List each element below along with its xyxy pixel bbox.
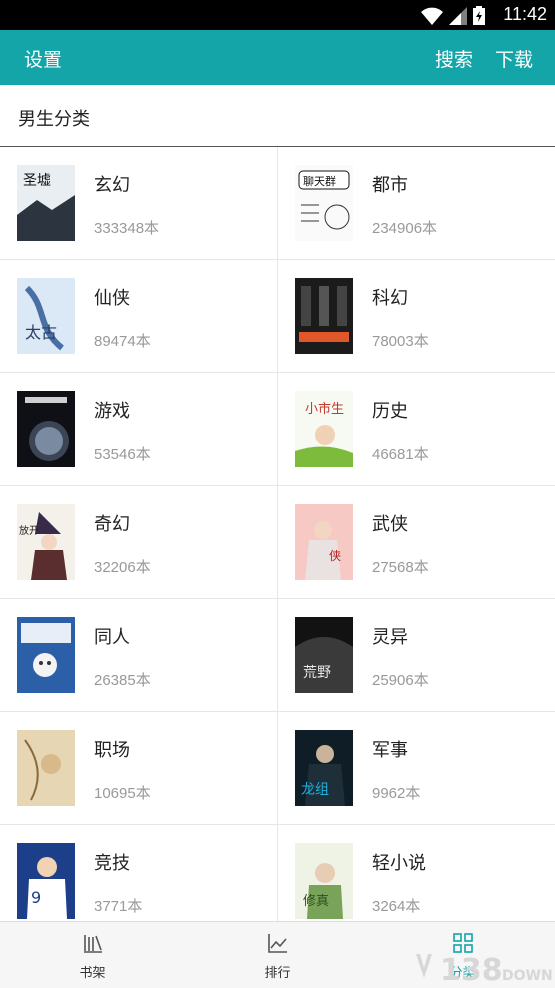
category-name: 游戏 [94, 401, 130, 422]
category-name: 科幻 [372, 288, 408, 309]
category-count: 3771本 [94, 898, 143, 915]
category-count: 25906本 [372, 672, 429, 689]
svg-text:太古: 太古 [25, 323, 57, 342]
svg-text:龙组: 龙组 [301, 782, 329, 798]
book-cover-image [17, 730, 75, 806]
category-row: 放开 奇幻 32206本 侠 武侠 27568本 [0, 486, 555, 599]
status-icons [421, 5, 485, 25]
svg-text:DOWN: DOWN [502, 968, 553, 984]
category-item-qingxiaoshuo[interactable]: 修真 轻小说 3264本 [277, 825, 555, 921]
svg-text:138: 138 [440, 953, 503, 988]
svg-text:修真: 修真 [303, 894, 329, 909]
category-name: 奇幻 [94, 514, 130, 535]
category-item-wuxia[interactable]: 侠 武侠 27568本 [277, 486, 555, 598]
category-item-tongren[interactable]: 同人 26385本 [0, 599, 277, 711]
category-name: 武侠 [372, 514, 408, 535]
category-count: 89474本 [94, 333, 151, 350]
category-item-kehuan[interactable]: 科幻 78003本 [277, 260, 555, 372]
battery-icon [473, 6, 485, 25]
tab-label: 书架 [79, 966, 106, 981]
category-name: 玄幻 [94, 175, 130, 196]
category-item-xuanhuan[interactable]: 圣墟 玄幻 333348本 [0, 147, 277, 259]
svg-text:9: 9 [31, 888, 41, 907]
category-item-lishi[interactable]: 小市生 历史 46681本 [277, 373, 555, 485]
category-item-dushi[interactable]: 聊天群 都市 234906本 [277, 147, 555, 259]
category-grid: 圣墟 玄幻 333348本 聊天群 都市 234906本 太古 仙侠 89474… [0, 147, 555, 921]
category-row: 圣墟 玄幻 333348本 聊天群 都市 234906本 [0, 147, 555, 260]
category-item-jingji[interactable]: 9 竞技 3771本 [0, 825, 277, 921]
bookshelf-icon [83, 935, 102, 953]
app-bar: 设置 搜索 下载 [0, 30, 555, 85]
book-cover-image: 荒野 [295, 617, 353, 693]
svg-text:小市生: 小市生 [305, 401, 344, 417]
tab-label: 排行 [264, 966, 291, 981]
category-count: 3264本 [372, 898, 421, 915]
category-name: 轻小说 [372, 853, 426, 874]
watermark-logo: 138 DOWN [416, 953, 553, 988]
category-count: 53546本 [94, 446, 151, 463]
svg-text:荒野: 荒野 [303, 665, 331, 681]
category-name: 历史 [372, 401, 408, 422]
category-name: 同人 [94, 627, 130, 648]
category-count: 26385本 [94, 672, 151, 689]
category-row: 游戏 53546本 小市生 历史 46681本 [0, 373, 555, 486]
book-cover-image: 小市生 [295, 391, 353, 467]
ranking-chart-icon [267, 934, 287, 953]
book-cover-image: 9 [17, 843, 75, 919]
book-cover-image: 太古 [17, 278, 75, 354]
book-cover-image: 放开 [17, 504, 75, 580]
book-cover-image: 圣墟 [17, 165, 75, 241]
category-item-zhichang[interactable]: 职场 10695本 [0, 712, 277, 824]
category-count: 32206本 [94, 559, 151, 576]
svg-text:侠: 侠 [329, 549, 341, 563]
category-row: 9 竞技 3771本 修真 轻小说 3264本 [0, 825, 555, 921]
svg-text:圣墟: 圣墟 [23, 173, 51, 189]
book-cover-image: 龙组 [295, 730, 353, 806]
category-row: 太古 仙侠 89474本 科幻 78003本 [0, 260, 555, 373]
category-item-xianxia[interactable]: 太古 仙侠 89474本 [0, 260, 277, 372]
category-count: 234906本 [372, 220, 438, 237]
category-name: 职场 [94, 740, 130, 761]
category-item-junshi[interactable]: 龙组 军事 9962本 [277, 712, 555, 824]
category-item-youxi[interactable]: 游戏 53546本 [0, 373, 277, 485]
category-row: 同人 26385本 荒野 灵异 25906本 [0, 599, 555, 712]
category-count: 78003本 [372, 333, 429, 350]
category-name: 仙侠 [94, 288, 130, 309]
book-cover-image [17, 391, 75, 467]
category-item-qihuan[interactable]: 放开 奇幻 32206本 [0, 486, 277, 598]
book-cover-image [17, 617, 75, 693]
svg-text:放开: 放开 [19, 524, 39, 537]
category-name: 军事 [372, 740, 408, 761]
search-button[interactable]: 搜索 [435, 45, 473, 72]
tab-bookshelf[interactable]: 书架 [0, 922, 185, 988]
svg-text:聊天群: 聊天群 [303, 174, 336, 188]
settings-button[interactable]: 设置 [24, 45, 62, 72]
category-name: 灵异 [372, 627, 408, 648]
signal-icon [449, 7, 467, 25]
status-bar: 11:42 [0, 0, 555, 30]
section-header: 男生分类 [0, 85, 555, 147]
category-count: 27568本 [372, 559, 429, 576]
book-cover-image: 修真 [295, 843, 353, 919]
category-name: 竞技 [94, 853, 130, 874]
category-count: 10695本 [94, 785, 151, 802]
book-cover-image: 侠 [295, 504, 353, 580]
section-title: 男生分类 [18, 109, 90, 130]
category-row: 职场 10695本 龙组 军事 9962本 [0, 712, 555, 825]
category-item-lingyi[interactable]: 荒野 灵异 25906本 [277, 599, 555, 711]
book-cover-image: 聊天群 [295, 165, 353, 241]
tab-ranking[interactable]: 排行 [185, 922, 370, 988]
category-count: 46681本 [372, 446, 429, 463]
wifi-icon [421, 7, 443, 25]
category-count: 9962本 [372, 785, 421, 802]
download-button[interactable]: 下载 [495, 45, 533, 72]
category-count: 333348本 [94, 220, 160, 237]
book-cover-image [295, 278, 353, 354]
category-name: 都市 [372, 175, 408, 196]
status-time: 11:42 [503, 4, 547, 24]
